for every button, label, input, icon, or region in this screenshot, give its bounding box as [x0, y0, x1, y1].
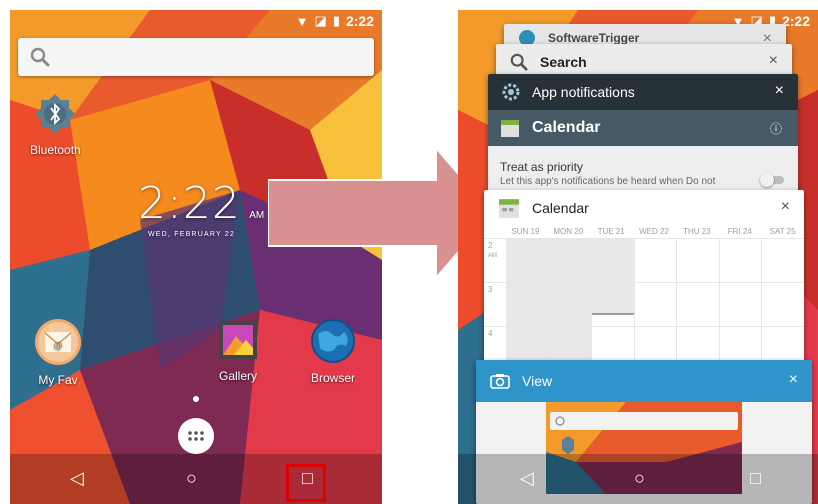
day-header: FRI 24: [727, 227, 752, 236]
search-icon: [510, 53, 528, 71]
wifi-icon: ▼: [295, 13, 309, 29]
day-header: SAT 25: [769, 227, 796, 236]
card-title: Search: [540, 54, 587, 70]
day-header: THU 23: [683, 227, 711, 236]
calendar-week-view: SUN 19 MON 20 TUE 21 WED 22 THU 23 FRI 2…: [484, 226, 804, 370]
battery-icon: ▮: [332, 13, 340, 28]
close-icon[interactable]: ×: [775, 82, 784, 100]
setting-summary: Let this app's notifications be heard wh…: [500, 176, 716, 187]
calendar-icon: [499, 199, 519, 218]
close-icon[interactable]: ×: [769, 52, 778, 70]
right-phone-screen: ▼ ◪ ▮ 2:22 SoftwareTrigger × Search × Ap…: [458, 10, 818, 504]
app-name: Calendar: [532, 119, 601, 136]
calendar-icon: [501, 120, 519, 137]
day-header: SUN 19: [511, 227, 540, 236]
app-info-header: Calendar ⓘ: [488, 110, 798, 146]
card-title: View: [522, 373, 553, 389]
hour-label: 3: [488, 285, 493, 294]
back-button[interactable]: ◁: [70, 468, 84, 489]
day-header: MON 20: [553, 227, 584, 236]
app-label: Browser: [310, 371, 355, 385]
status-time: 2:22: [781, 13, 810, 29]
svg-text:@: @: [54, 341, 63, 351]
setting-title: Treat as priority: [500, 160, 583, 174]
day-header: WED 22: [639, 227, 669, 236]
clock-date: WED, FEBRUARY 22: [148, 231, 236, 238]
close-icon[interactable]: ×: [789, 371, 798, 389]
my-fav-icon: @: [35, 319, 81, 365]
status-time: 2:22: [345, 13, 374, 29]
gear-icon: [502, 83, 520, 101]
priority-setting[interactable]: Treat as priority Let this app's notific…: [500, 160, 715, 187]
card-title: SoftwareTrigger: [548, 31, 640, 45]
close-icon[interactable]: ×: [781, 198, 790, 216]
clock-ampm: AM: [249, 210, 265, 221]
status-bar: ▼ ◪ ▮ 2:22: [10, 10, 382, 32]
search-bar[interactable]: [18, 38, 374, 76]
app-label: Bluetooth: [30, 143, 81, 157]
home-button[interactable]: ○: [634, 468, 645, 489]
clock-widget[interactable]: 2:22 AM WED, FEBRUARY 22: [138, 178, 264, 238]
app-label: My Fav: [38, 373, 78, 387]
priority-toggle[interactable]: [760, 173, 784, 187]
page-indicator: [193, 396, 199, 402]
recents-button[interactable]: □: [750, 468, 761, 489]
hour-label: 2: [488, 241, 493, 250]
all-apps-button[interactable]: [178, 418, 214, 454]
gallery-icon: [219, 321, 257, 359]
card-title: Calendar: [532, 200, 589, 216]
app-label: Gallery: [218, 369, 257, 383]
app-gallery[interactable]: Gallery: [216, 318, 260, 383]
recent-card-calendar[interactable]: Calendar × SUN 19 MON 20 TUE 21 WED 22 T…: [484, 190, 804, 380]
app-drawer-icon: [188, 431, 204, 441]
camera-icon: [490, 374, 510, 389]
app-browser[interactable]: Browser: [310, 318, 356, 385]
navigation-bar: ◁ ○ □: [10, 454, 382, 504]
hour-suffix: AM: [488, 253, 497, 259]
globe-icon: [311, 319, 355, 363]
search-icon: [30, 47, 50, 67]
info-icon[interactable]: ⓘ: [770, 120, 782, 137]
card-title: App notifications: [532, 84, 635, 100]
clock-time: 2:22: [138, 178, 241, 229]
bluetooth-icon: [35, 94, 76, 134]
navigation-bar: ◁ ○ □: [458, 454, 818, 504]
signal-icon: ◪: [314, 13, 327, 28]
app-my-fav[interactable]: @ My Fav: [34, 318, 82, 387]
back-button[interactable]: ◁: [520, 468, 534, 489]
app-bluetooth[interactable]: Bluetooth: [30, 92, 81, 157]
home-button[interactable]: ○: [186, 468, 197, 489]
recents-highlight-box: [286, 464, 326, 502]
day-header: TUE 21: [597, 227, 625, 236]
